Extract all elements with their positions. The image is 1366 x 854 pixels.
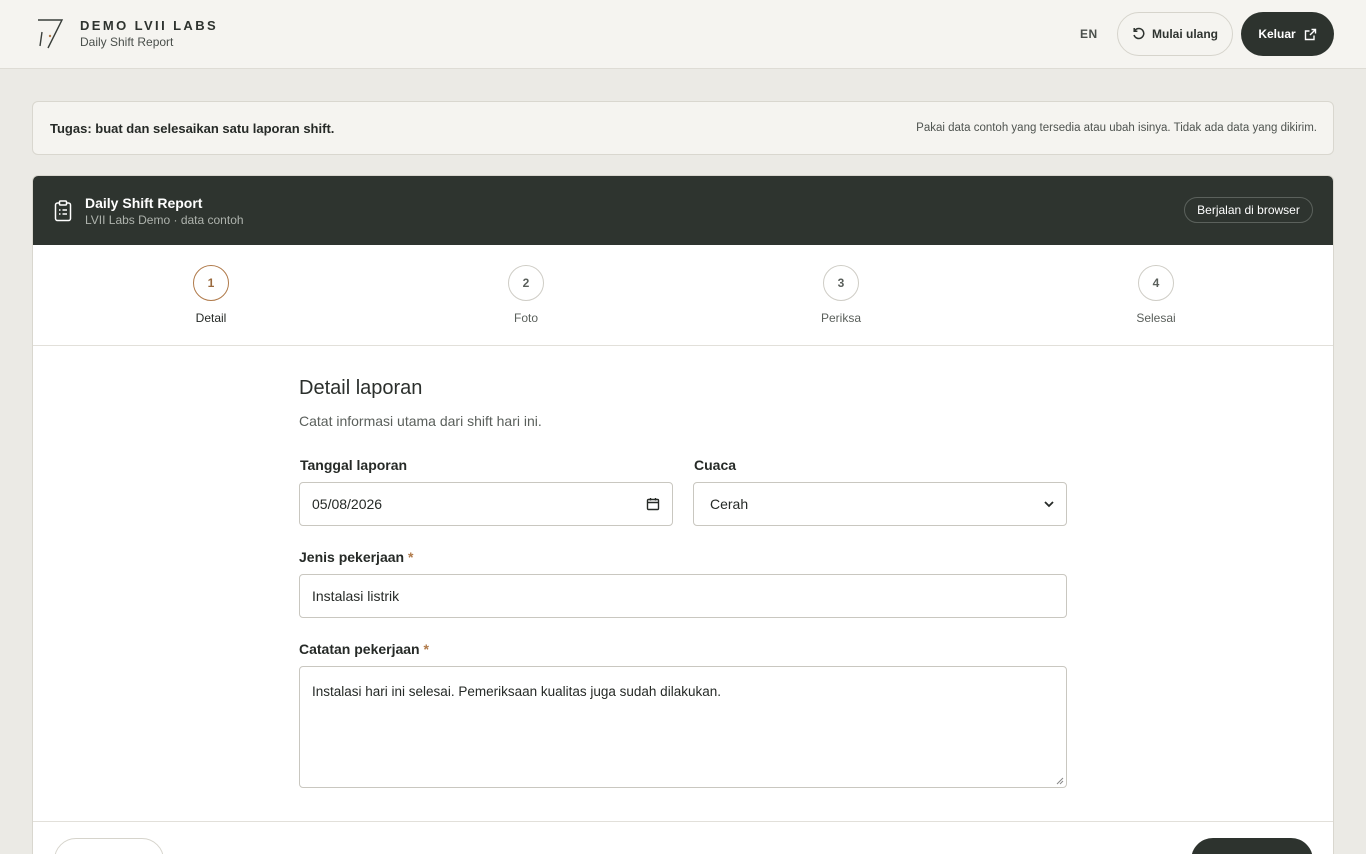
required-mark: *	[407, 549, 414, 565]
step-number: 1	[193, 265, 229, 301]
external-link-icon	[1304, 28, 1316, 40]
date-label: Tanggal laporan	[300, 457, 408, 473]
card-header: Daily Shift Report LVII Labs Demo · data…	[33, 176, 1333, 245]
step-selesai[interactable]: 4 Selesai	[1106, 265, 1206, 325]
task-title: Tugas: buat dan selesaikan satu laporan …	[50, 121, 335, 136]
restart-icon	[1133, 27, 1145, 40]
resize-handle-icon[interactable]	[1054, 775, 1064, 785]
top-bar: DEMO LVII LABS Daily Shift Report EN Mul…	[0, 0, 1366, 69]
clipboard-icon	[54, 200, 72, 222]
footer-divider	[33, 821, 1333, 822]
form-description: Catat informasi utama dari shift hari in…	[299, 413, 542, 429]
chevron-down-icon	[1044, 501, 1054, 508]
notes-value: Instalasi hari ini selesai. Pemeriksaan …	[312, 684, 721, 699]
card-title: Daily Shift Report	[85, 195, 203, 211]
weather-value: Cerah	[710, 496, 749, 512]
job-type-value: Instalasi listrik	[312, 588, 400, 604]
calendar-icon[interactable]	[646, 497, 660, 511]
next-button[interactable]	[1191, 838, 1313, 854]
notes-label-text: Catatan pekerjaan	[299, 641, 420, 657]
stepper: 1 Detail 2 Foto 3 Periksa 4 Selesai	[33, 245, 1333, 346]
step-number: 2	[508, 265, 544, 301]
step-periksa[interactable]: 3 Periksa	[791, 265, 891, 325]
task-banner: Tugas: buat dan selesaikan satu laporan …	[32, 101, 1334, 155]
job-type-label-text: Jenis pekerjaan	[299, 549, 405, 565]
notes-label: Catatan pekerjaan *	[299, 641, 429, 657]
date-field[interactable]: 05/08/2026	[299, 482, 673, 526]
step-number: 3	[823, 265, 859, 301]
step-label: Selesai	[1136, 311, 1176, 325]
report-card: Daily Shift Report LVII Labs Demo · data…	[32, 175, 1334, 854]
form-title: Detail laporan	[299, 377, 423, 399]
date-value: 05/08/2026	[312, 496, 383, 512]
weather-select[interactable]: Cerah	[693, 482, 1067, 526]
step-label: Foto	[513, 311, 538, 325]
language-toggle[interactable]: EN	[1080, 27, 1098, 41]
job-type-input[interactable]: Instalasi listrik	[299, 574, 1067, 618]
step-label: Detail	[195, 311, 227, 325]
logo-icon	[38, 19, 64, 49]
brand-subtitle: Daily Shift Report	[80, 35, 174, 49]
exit-button[interactable]: Keluar	[1241, 12, 1334, 56]
notes-textarea[interactable]: Instalasi hari ini selesai. Pemeriksaan …	[299, 666, 1067, 788]
task-note: Pakai data contoh yang tersedia atau uba…	[916, 122, 1317, 134]
browser-badge: Berjalan di browser	[1184, 197, 1313, 223]
step-foto[interactable]: 2 Foto	[476, 265, 576, 325]
restart-button[interactable]: Mulai ulang	[1117, 12, 1233, 56]
step-number: 4	[1138, 265, 1174, 301]
step-label: Periksa	[820, 311, 861, 325]
brand-name: DEMO LVII LABS	[80, 18, 219, 33]
step-detail[interactable]: 1 Detail	[161, 265, 261, 325]
required-mark: *	[423, 641, 429, 657]
exit-label: Keluar	[1258, 27, 1296, 41]
restart-label: Mulai ulang	[1152, 27, 1218, 41]
weather-label: Cuaca	[694, 457, 737, 473]
job-type-label: Jenis pekerjaan *	[299, 549, 413, 565]
card-subtitle: LVII Labs Demo · data contoh	[85, 213, 244, 227]
back-button[interactable]	[54, 838, 164, 854]
